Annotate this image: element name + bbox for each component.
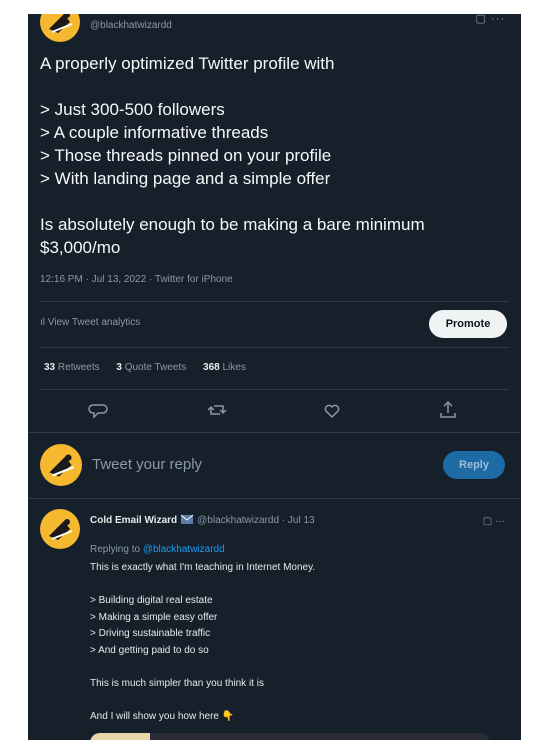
retweet-icon[interactable] (205, 398, 229, 422)
reply-input[interactable]: Tweet your reply (92, 456, 202, 473)
quote-tweets-stat[interactable]: 3 Quote Tweets (116, 362, 186, 373)
more-options-icon[interactable]: ▢ ··· (476, 14, 505, 25)
divider (28, 498, 521, 499)
promote-button[interactable]: Promote (429, 310, 507, 338)
likes-stat[interactable]: 368 Likes (203, 362, 246, 373)
reply-button[interactable]: Reply (443, 451, 505, 479)
replying-prefix: Replying to (90, 544, 141, 555)
divider (40, 301, 509, 302)
share-icon[interactable] (436, 398, 460, 422)
reply-tweet-header: Cold Email Wizard @blackhatwizardd · Jul … (90, 513, 315, 528)
reply-author-handle[interactable]: @blackhatwizardd (197, 515, 279, 526)
my-avatar[interactable] (40, 444, 82, 486)
analytics-icon: ıl (40, 317, 48, 328)
quote-tweets-count: 3 (116, 362, 122, 373)
reply-tweet-text: This is exactly what I'm teaching in Int… (90, 562, 316, 723)
retweets-label: Retweets (57, 362, 100, 373)
media-thumbnail (90, 733, 150, 740)
author-avatar[interactable] (40, 14, 80, 42)
wizard-hat-icon (49, 14, 73, 33)
tweet-timestamp[interactable]: 12:16 PM · Jul 13, 2022 · Twitter for iP… (40, 274, 233, 285)
likes-count: 368 (203, 362, 220, 373)
divider (40, 389, 509, 390)
wizard-hat-icon (49, 519, 73, 540)
divider (40, 347, 509, 348)
reply-date[interactable]: · Jul 13 (282, 515, 315, 526)
reply-author-avatar[interactable] (40, 509, 80, 549)
replying-to: Replying to @blackhatwizardd (90, 544, 225, 555)
tweet-stats: 33 Retweets 3 Quote Tweets 368 Likes (44, 362, 260, 373)
retweets-count: 33 (44, 362, 56, 373)
view-analytics-link[interactable]: ıl View Tweet analytics (40, 317, 140, 328)
replying-to-link[interactable]: @blackhatwizardd (143, 544, 225, 555)
envelope-badge-icon (180, 513, 194, 528)
divider (28, 432, 521, 433)
tweet-text: A properly optimized Twitter profile wit… (40, 54, 425, 257)
tweet-actions (28, 398, 521, 422)
retweets-stat[interactable]: 33 Retweets (44, 362, 100, 373)
quote-tweets-label: Quote Tweets (124, 362, 187, 373)
reply-icon[interactable] (86, 398, 110, 422)
author-handle[interactable]: @blackhatwizardd (90, 20, 172, 31)
tweet-screen: @blackhatwizardd ▢ ··· A properly optimi… (28, 14, 521, 740)
likes-label: Likes (222, 362, 246, 373)
reply-more-icon[interactable]: ▢ ··· (483, 516, 505, 527)
reply-media-preview[interactable] (90, 733, 490, 740)
analytics-label: View Tweet analytics (47, 317, 141, 328)
reply-author-name[interactable]: Cold Email Wizard (90, 515, 177, 526)
like-icon[interactable] (320, 398, 344, 422)
wizard-hat-icon (49, 454, 74, 477)
